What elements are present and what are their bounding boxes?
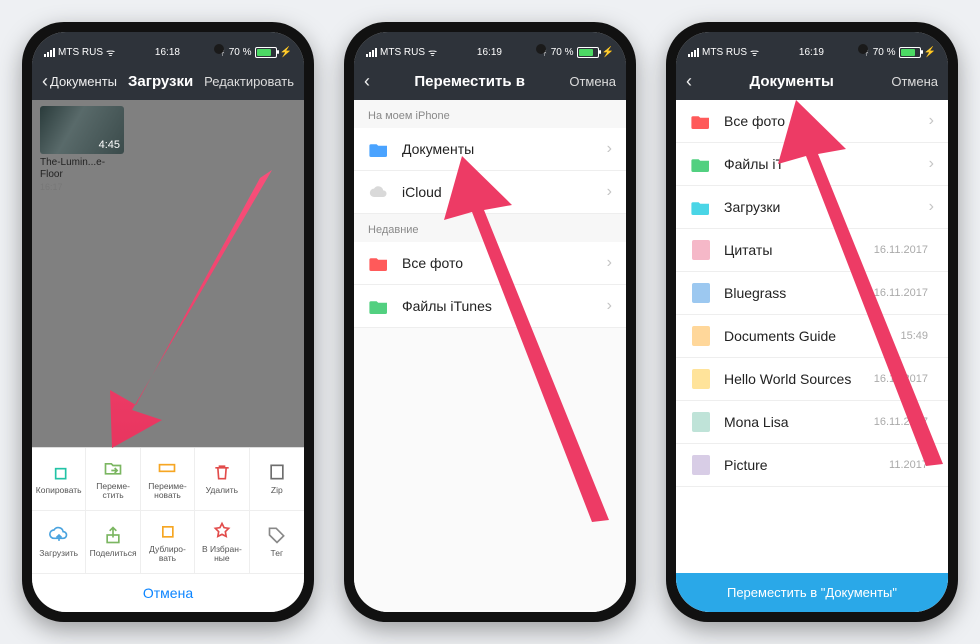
list-item[interactable]: Mona Lisa16.11.2017 xyxy=(676,401,948,444)
phone-1: MTS RUSᯤ 16:18 ᚼ70 %⚡ ‹Документы Загрузк… xyxy=(22,22,314,622)
phone-3: MTS RUSᯤ 16:19 ᚼ70 %⚡ ‹ Документы Отмена… xyxy=(666,22,958,622)
duplicate-icon xyxy=(156,521,178,541)
copy-icon xyxy=(48,462,70,482)
action-upload[interactable]: Загрузить xyxy=(32,511,86,574)
cancel-button[interactable]: Отмена xyxy=(891,74,938,89)
section-header: Недавние xyxy=(354,214,626,242)
page-title: Загрузки xyxy=(128,73,193,90)
move-icon xyxy=(102,458,124,478)
list-item[interactable]: Файлы iTunes› xyxy=(354,285,626,328)
phone-2: MTS RUSᯤ 16:19 ᚼ70 %⚡ ‹ Переместить в От… xyxy=(344,22,636,622)
status-bar: MTS RUSᯤ 16:18 ᚼ70 %⚡ xyxy=(32,32,304,62)
folder-green-icon xyxy=(690,153,712,175)
action-zip[interactable]: Zip xyxy=(250,448,304,511)
delete-icon xyxy=(211,462,233,482)
list-item[interactable]: Цитаты16.11.2017 xyxy=(676,229,948,272)
list-item[interactable]: Documents Guide15:49 xyxy=(676,315,948,358)
list-item[interactable]: Файлы iT› xyxy=(676,143,948,186)
folder-cyan-icon xyxy=(690,196,712,218)
action-duplicate[interactable]: Дублиро-вать xyxy=(141,511,195,574)
share-icon xyxy=(102,525,124,545)
txt-pink-icon xyxy=(690,239,712,261)
list-item[interactable]: Загрузки› xyxy=(676,186,948,229)
list-item[interactable]: Все фото› xyxy=(676,100,948,143)
page-title: Документы xyxy=(750,73,834,90)
cloud-icon xyxy=(368,181,390,203)
status-bar: MTS RUSᯤ 16:19 ᚼ70 %⚡ xyxy=(676,32,948,62)
chevron-right-icon: › xyxy=(929,155,934,173)
chevron-right-icon: › xyxy=(929,112,934,130)
doc-yellow-icon xyxy=(690,368,712,390)
back-button[interactable]: ‹ xyxy=(364,72,370,90)
action-rename[interactable]: Переиме-новать xyxy=(141,448,195,511)
folder-red-icon xyxy=(368,252,390,274)
doc-orange-icon xyxy=(690,325,712,347)
list-item[interactable]: Bluegrass16.11.2017 xyxy=(676,272,948,315)
action-fav[interactable]: В Избран-ные xyxy=(195,511,249,574)
chevron-right-icon: › xyxy=(607,183,612,201)
action-copy[interactable]: Копировать xyxy=(32,448,86,511)
folder-blue-icon xyxy=(368,138,390,160)
action-share[interactable]: Поделиться xyxy=(86,511,140,574)
action-delete[interactable]: Удалить xyxy=(195,448,249,511)
folder-green-icon xyxy=(368,295,390,317)
list-item[interactable]: Picture11.2017 xyxy=(676,444,948,487)
folder-red-icon xyxy=(690,110,712,132)
fav-icon xyxy=(211,521,233,541)
chevron-right-icon: › xyxy=(607,254,612,272)
chevron-right-icon: › xyxy=(607,140,612,158)
chevron-right-icon: › xyxy=(929,198,934,216)
back-button[interactable]: ‹ xyxy=(686,72,692,90)
tag-icon xyxy=(266,525,288,545)
list-item[interactable]: Все фото› xyxy=(354,242,626,285)
action-tag[interactable]: Тег xyxy=(250,511,304,574)
chevron-right-icon: › xyxy=(607,297,612,315)
img-icon xyxy=(690,411,712,433)
list-item[interactable]: iCloud› xyxy=(354,171,626,214)
cancel-button[interactable]: Отмена xyxy=(569,74,616,89)
page-title: Переместить в xyxy=(414,73,525,90)
action-sheet: КопироватьПереме-ститьПереиме-новатьУдал… xyxy=(32,447,304,612)
edit-button[interactable]: Редактировать xyxy=(204,74,294,89)
list-item[interactable]: Документы› xyxy=(354,128,626,171)
status-bar: MTS RUSᯤ 16:19 ᚼ70 %⚡ xyxy=(354,32,626,62)
section-header: На моем iPhone xyxy=(354,100,626,128)
list-item[interactable]: Hello World Sources16.11.2017 xyxy=(676,358,948,401)
img2-icon xyxy=(690,454,712,476)
action-move[interactable]: Переме-стить xyxy=(86,448,140,511)
cancel-button[interactable]: Отмена xyxy=(32,574,304,612)
note-blue-icon xyxy=(690,282,712,304)
back-button[interactable]: ‹Документы xyxy=(42,72,117,90)
navbar: ‹Документы Загрузки Редактировать xyxy=(32,62,304,100)
move-confirm-button[interactable]: Переместить в "Документы" xyxy=(676,573,948,612)
video-thumb[interactable]: 4:45 The-Lumin...e-Floor 16:17 xyxy=(40,106,124,192)
zip-icon xyxy=(266,462,288,482)
rename-icon xyxy=(156,458,178,478)
upload-icon xyxy=(48,525,70,545)
